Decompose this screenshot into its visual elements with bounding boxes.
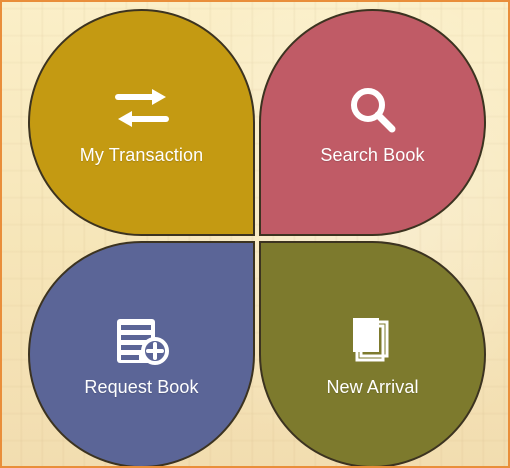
new-arrival-tile[interactable]: New Arrival [259, 241, 486, 466]
search-book-tile[interactable]: Search Book [259, 9, 486, 236]
search-icon [336, 79, 410, 139]
search-book-label: Search Book [320, 145, 425, 165]
new-arrival-label: New Arrival [326, 377, 419, 397]
my-transaction-label: My Transaction [79, 145, 204, 165]
stacked-pages-icon [336, 311, 410, 371]
request-book-label: Request Book [84, 377, 199, 397]
add-document-icon [105, 311, 179, 371]
swap-arrows-icon [105, 79, 179, 139]
request-book-tile[interactable]: Request Book [28, 241, 255, 466]
my-transaction-tile[interactable]: My Transaction [28, 9, 255, 236]
home-menu-frame: My Transaction Search Book Request Book … [0, 0, 510, 468]
